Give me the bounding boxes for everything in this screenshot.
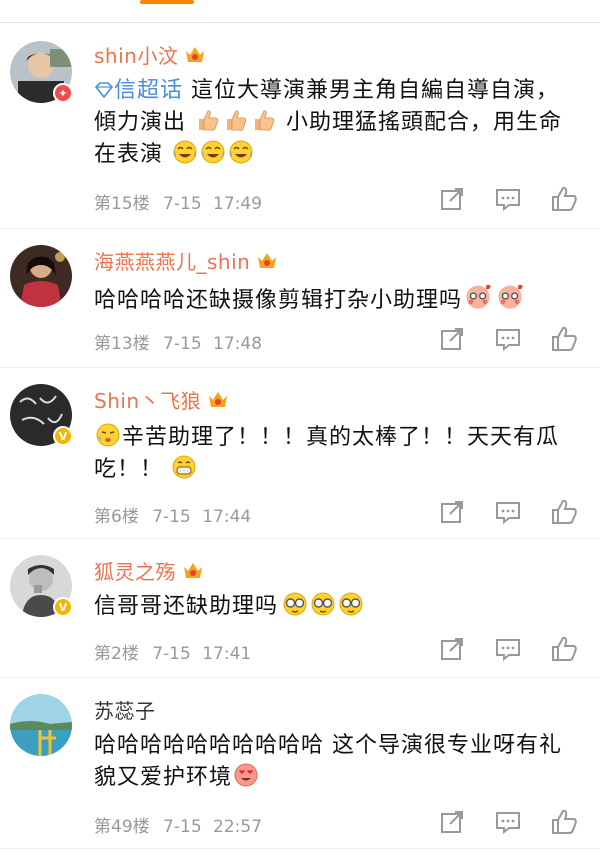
pouting-tears-emoji xyxy=(96,423,120,447)
comment-meta: 第6楼 7-15 17:44 xyxy=(94,502,251,527)
blush-sticker-emoji xyxy=(498,284,523,309)
floor-number: 第2楼 xyxy=(94,644,139,664)
share-icon[interactable] xyxy=(438,635,466,663)
heart-eyes-emoji xyxy=(234,763,258,787)
comment-date: 7-15 xyxy=(163,334,202,354)
comment-text: 哈哈哈哈还缺摄像剪辑打杂小助理吗 xyxy=(94,281,570,317)
laugh-cry-emoji xyxy=(173,140,197,164)
share-icon[interactable] xyxy=(438,498,466,526)
like-icon[interactable] xyxy=(550,185,578,213)
comment-text: 哈哈哈哈哈哈哈哈哈哈 这个导演很专业呀有礼貌又爱护环境 xyxy=(94,733,562,790)
sunglasses-emoji xyxy=(311,592,335,616)
diamond-icon xyxy=(94,82,114,99)
comment-time: 17:41 xyxy=(202,644,252,664)
thumbs-up-emoji xyxy=(227,110,247,131)
top-tab-bar xyxy=(0,0,600,23)
comment-meta: 第49楼 7-15 22:57 xyxy=(94,812,262,837)
vip-crown-icon xyxy=(209,392,228,407)
floor-number: 第49楼 xyxy=(94,817,150,837)
comment-date: 7-15 xyxy=(163,817,202,837)
verified-badge: ✦ xyxy=(53,83,73,103)
comment-icon[interactable] xyxy=(494,185,522,213)
comment-item: 苏蕊子 哈哈哈哈哈哈哈哈哈哈 这个导演很专业呀有礼貌又爱护环境 第49楼 7-1… xyxy=(0,678,600,849)
comment-date: 7-15 xyxy=(152,644,191,664)
topic-link[interactable]: 信超话 xyxy=(94,78,183,103)
comment-item: V Shin丶飞狼 辛苦助理了！！！真的太棒了！！天天有瓜吃！！ 第6楼 7-1… xyxy=(0,368,600,539)
sunglasses-emoji xyxy=(339,592,363,616)
like-icon[interactable] xyxy=(550,635,578,663)
comment-date: 7-15 xyxy=(152,507,191,527)
username[interactable]: 海燕燕燕儿_shin xyxy=(94,246,250,275)
vip-crown-icon xyxy=(258,253,277,268)
comment-icon[interactable] xyxy=(494,498,522,526)
username[interactable]: 苏蕊子 xyxy=(94,695,156,724)
avatar[interactable] xyxy=(10,694,72,756)
like-icon[interactable] xyxy=(550,498,578,526)
share-icon[interactable] xyxy=(438,325,466,353)
like-icon[interactable] xyxy=(550,808,578,836)
comment-icon[interactable] xyxy=(494,325,522,353)
thumbs-up-emoji xyxy=(199,110,219,131)
comment-icon[interactable] xyxy=(494,808,522,836)
comment-time: 17:44 xyxy=(202,507,252,527)
verified-badge: V xyxy=(53,426,73,446)
laugh-cry-emoji xyxy=(201,140,225,164)
floor-number: 第6楼 xyxy=(94,507,139,527)
comment-time: 17:49 xyxy=(213,194,263,214)
comment-text: 信超话 這位大導演兼男主角自編自導自演，傾力演出 小助理猛搖頭配合，用生命在表演 xyxy=(94,78,563,167)
thumbs-up-emoji xyxy=(255,110,275,131)
comment-meta: 第15楼 7-15 17:49 xyxy=(94,189,262,214)
comment-text: 信哥哥还缺助理吗 xyxy=(94,591,570,623)
comment-text: 辛苦助理了！！！真的太棒了！！天天有瓜吃！！ xyxy=(94,422,570,486)
comment-icon[interactable] xyxy=(494,635,522,663)
comment-time: 17:48 xyxy=(213,334,263,354)
comment-item: ✦ shin小汶 信超话 這位大導演兼男主角自編自導自演，傾力演出 小助理猛搖頭… xyxy=(0,23,600,229)
comment-item: 海燕燕燕儿_shin 哈哈哈哈还缺摄像剪辑打杂小助理吗 第13楼 7-15 17… xyxy=(0,229,600,368)
floor-number: 第13楼 xyxy=(94,334,150,354)
floor-number: 第15楼 xyxy=(94,194,150,214)
share-icon[interactable] xyxy=(438,185,466,213)
laugh-cry-emoji xyxy=(229,140,253,164)
username[interactable]: shin小汶 xyxy=(94,40,178,69)
verified-badge: V xyxy=(53,597,73,617)
username[interactable]: Shin丶飞狼 xyxy=(94,385,201,414)
comment-meta: 第13楼 7-15 17:48 xyxy=(94,329,262,354)
comment-time: 22:57 xyxy=(213,817,263,837)
active-tab-indicator xyxy=(140,0,194,4)
vip-crown-icon xyxy=(184,563,202,578)
vip-crown-icon xyxy=(186,47,205,62)
sunglasses-emoji xyxy=(283,592,307,616)
comment-item: V 狐灵之殇 信哥哥还缺助理吗 第2楼 7-15 17:41 xyxy=(0,539,600,678)
username[interactable]: 狐灵之殇 xyxy=(94,556,176,585)
share-icon[interactable] xyxy=(438,808,466,836)
comment-date: 7-15 xyxy=(163,194,202,214)
avatar[interactable] xyxy=(10,245,72,307)
grin-emoji xyxy=(172,455,196,479)
like-icon[interactable] xyxy=(550,325,578,353)
comment-meta: 第2楼 7-15 17:41 xyxy=(94,639,251,664)
blush-sticker-emoji xyxy=(466,284,491,309)
